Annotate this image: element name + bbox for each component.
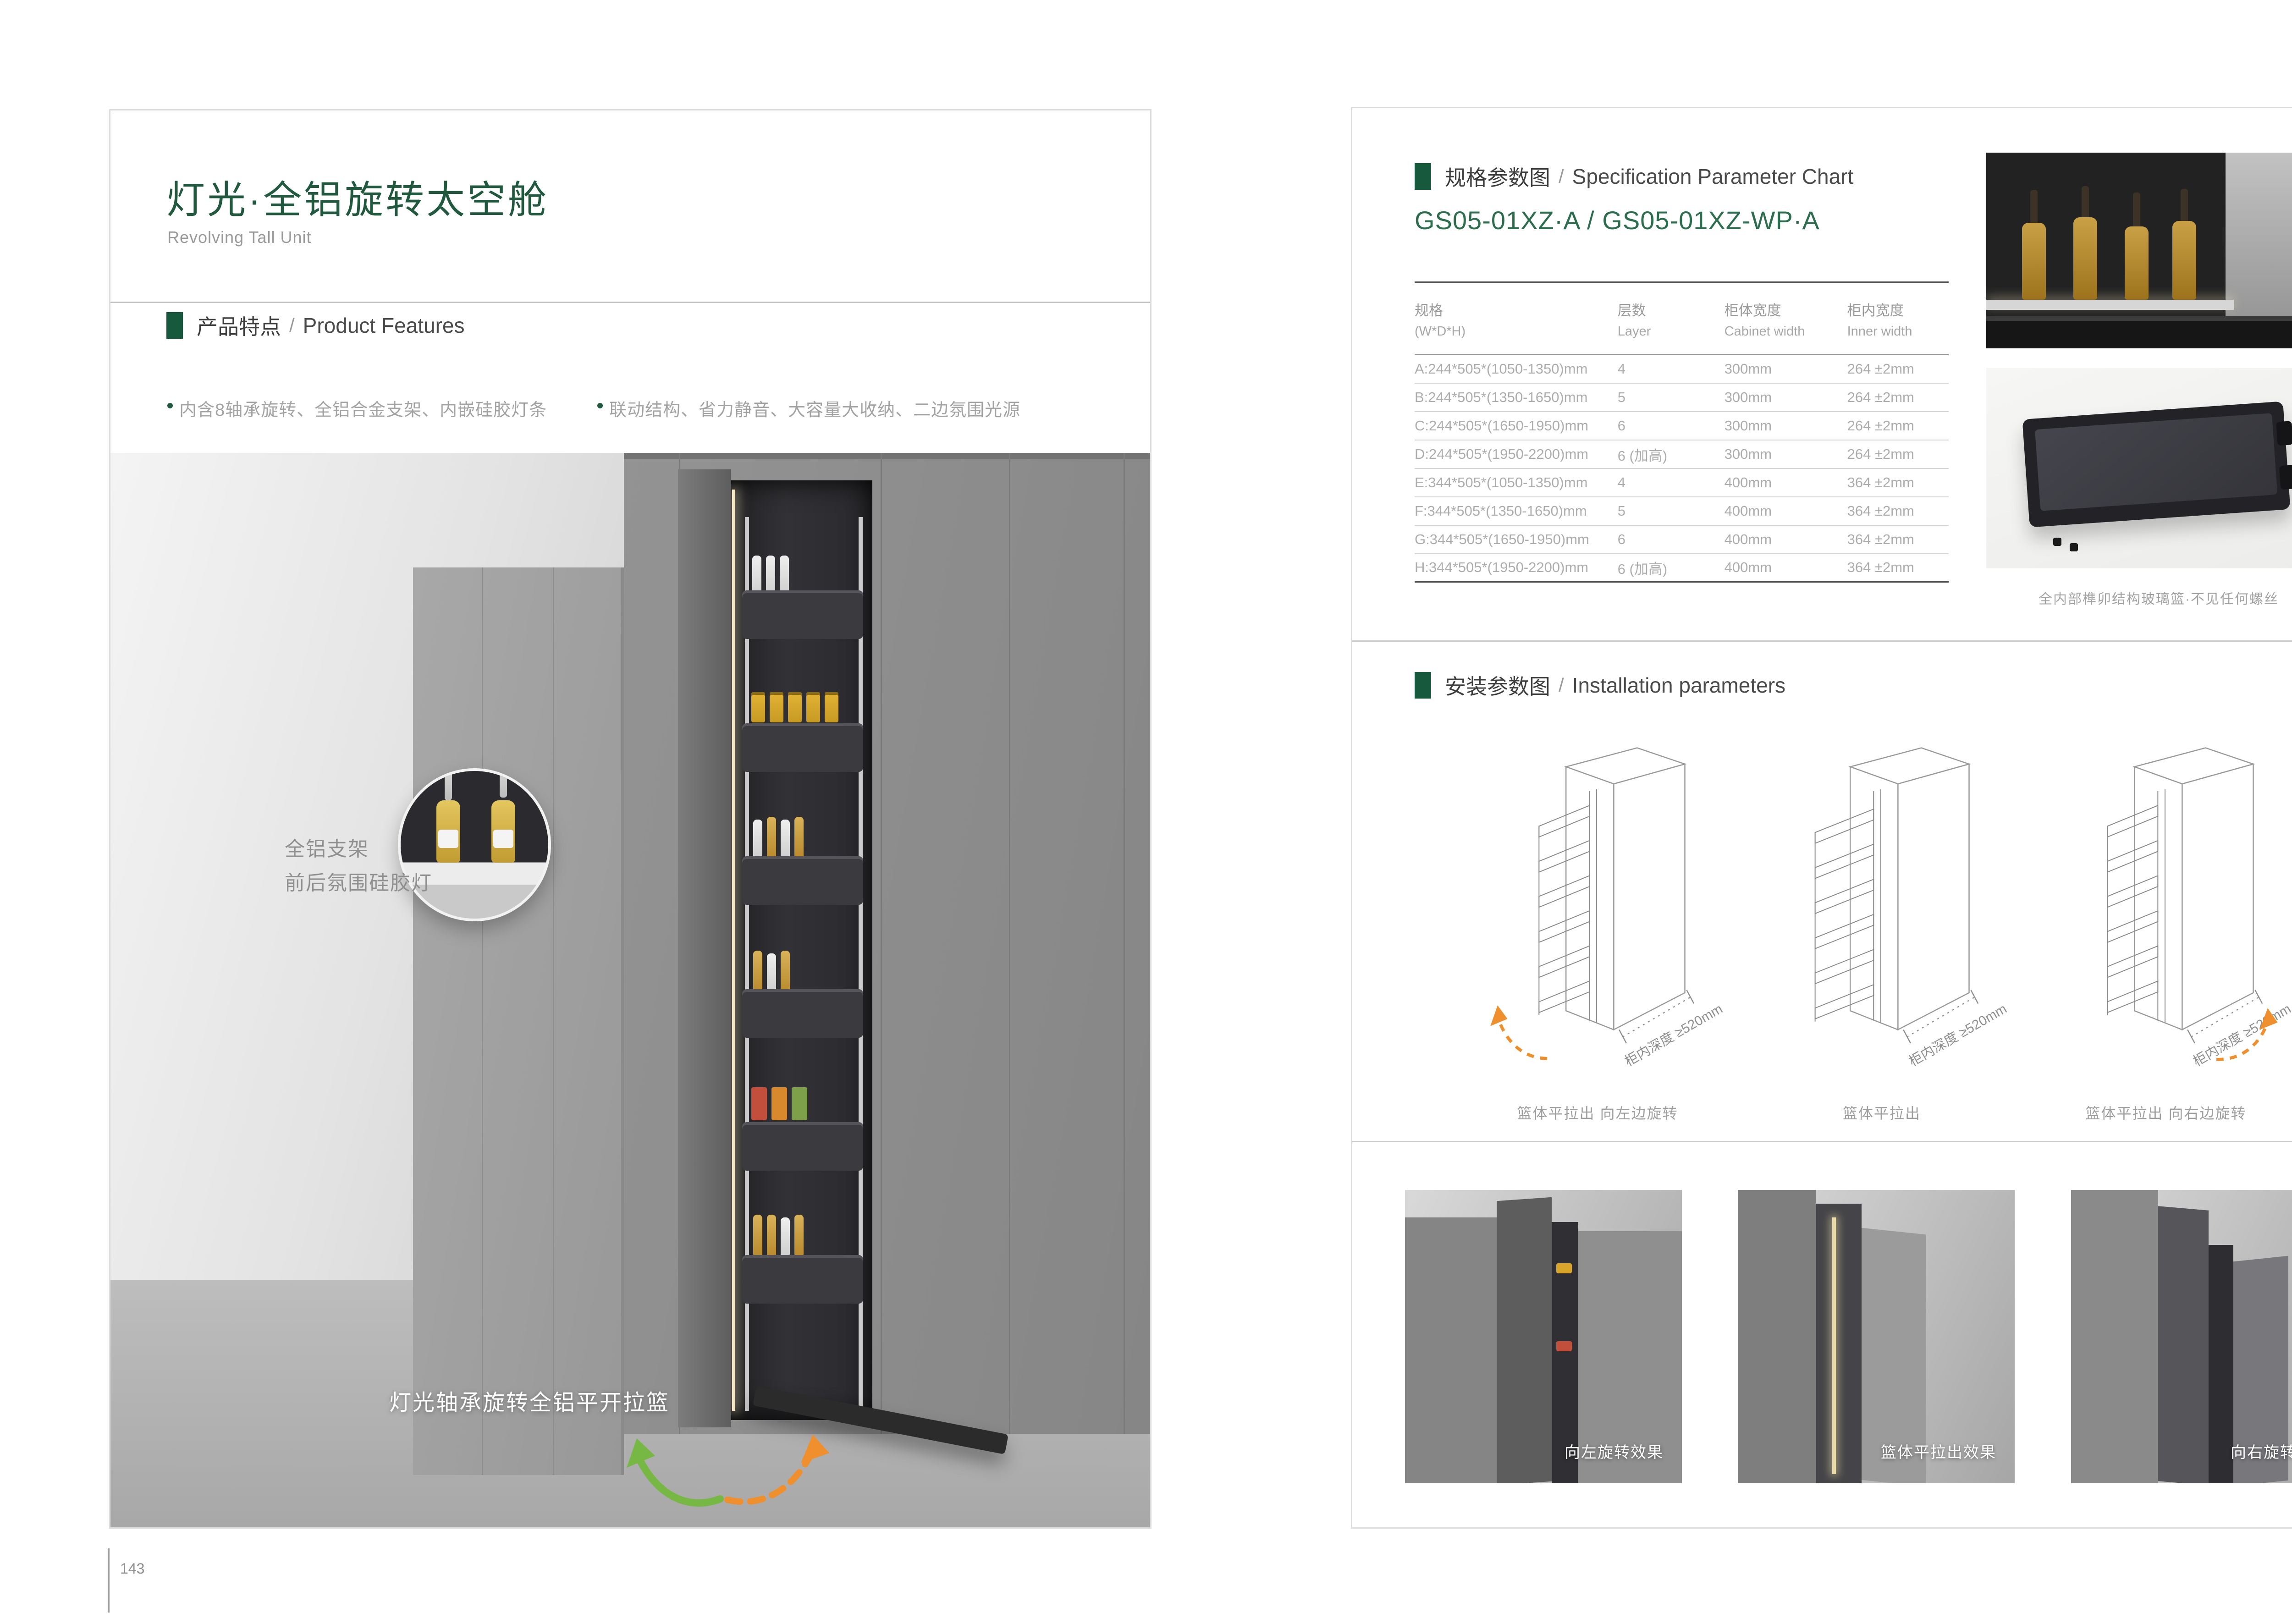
model-code: GS05-01XZ·A / GS05-01XZ-WP·A (1415, 205, 1820, 235)
basket-shelf (742, 1255, 863, 1304)
diagram-caption: 篮体平拉出 向右边旋转 (2040, 1102, 2292, 1123)
table-row: H:344*505*(1950-2200)mm6 (加高) 400mm364 ±… (1415, 554, 1949, 583)
features-heading: 产品特点 / Product Features (166, 310, 465, 341)
inset-annotation-line1: 全铝支架 (285, 832, 432, 866)
feature-text: 内含8轴承旋转、全铝合金支架、内嵌硅胶灯条 (179, 396, 547, 421)
features-heading-zh: 产品特点 (197, 310, 281, 341)
rotate-left-arrow-icon (1498, 1016, 1547, 1058)
folio-rule-left (108, 1548, 110, 1613)
heading-separator: / (1559, 674, 1564, 696)
table-top-rule (1415, 281, 1949, 283)
page-title: 灯光·全铝旋转太空舱 (166, 169, 549, 225)
features-heading-en: Product Features (303, 313, 465, 338)
effect-photo-left: 向左旋转效果 (1405, 1190, 1682, 1483)
spec-table-header: 规格(W*D*H) 层数Layer 柜体宽度Cabinet width 柜内宽度… (1415, 293, 1949, 355)
right-page: 规格参数图 / Specification Parameter Chart GS… (1351, 107, 2292, 1529)
diagram-caption: 篮体平拉出 向左边旋转 (1471, 1102, 1724, 1123)
section-divider (1352, 640, 2292, 642)
feature-item: 内含8轴承旋转、全铝合金支架、内嵌硅胶灯条 (167, 396, 547, 421)
table-row: D:244*505*(1950-2200)mm6 (加高) 300mm264 ±… (1415, 440, 1949, 469)
page-subtitle: Revolving Tall Unit (167, 228, 311, 247)
section-divider (1352, 1141, 2292, 1142)
bullet-dot-icon (597, 403, 603, 408)
section-marker-icon (1415, 672, 1431, 699)
basket-shelf (742, 723, 863, 772)
install-heading-en: Installation parameters (1572, 673, 1785, 698)
table-row: E:344*505*(1050-1350)mm4 400mm364 ±2mm (1415, 469, 1949, 497)
diagram-caption: 篮体平拉出 (1756, 1102, 2008, 1123)
install-heading-zh: 安装参数图 (1445, 670, 1550, 700)
section-marker-icon (166, 312, 183, 339)
goods-cans (751, 692, 838, 722)
install-diagram-straight: 柜内深度 ≥520mm (1756, 737, 2008, 1090)
inset-annotation: 全铝支架 前后氛围硅胶灯 (285, 832, 432, 900)
rotation-arrows-icon (573, 1402, 839, 1525)
feature-text: 联动结构、省力静音、大容量大收纳、二边氛围光源 (609, 396, 1020, 421)
heading-separator: / (1559, 165, 1564, 187)
install-heading: 安装参数图 / Installation parameters (1415, 670, 1785, 700)
goods-cartons (751, 1087, 807, 1120)
basket-shelf (742, 856, 863, 905)
basket-shelf (742, 590, 863, 639)
page-number-left: 143 (120, 1560, 144, 1577)
table-row: G:344*505*(1650-1950)mm6 400mm364 ±2mm (1415, 526, 1949, 554)
title-divider (110, 302, 1150, 303)
table-row: B:244*505*(1350-1650)mm5 300mm264 ±2mm (1415, 384, 1949, 412)
goods-bottles (753, 817, 804, 858)
table-row: F:344*505*(1350-1650)mm5 400mm364 ±2mm (1415, 497, 1949, 526)
basket-caption: 全内部榫卯结构玻璃篮·不见任何螺丝 (1986, 588, 2292, 608)
table-row: C:244*505*(1650-1950)mm6 300mm264 ±2mm (1415, 412, 1949, 440)
opened-door-panel (678, 469, 731, 1427)
spec-heading-zh: 规格参数图 (1445, 161, 1550, 192)
effect-caption: 篮体平拉出效果 (1881, 1440, 1996, 1462)
goods-bottles (753, 951, 790, 992)
effect-caption: 向右旋转效果 (2231, 1440, 2292, 1462)
table-row: A:244*505*(1050-1350)mm4 300mm264 ±2mm (1415, 355, 1949, 384)
heading-separator: / (289, 314, 295, 336)
detail-photo-bottles (1986, 153, 2292, 348)
section-marker-icon (1415, 163, 1431, 190)
effect-photo-right: 向右旋转效果 (2071, 1190, 2292, 1483)
feature-list: 内含8轴承旋转、全铝合金支架、内嵌硅胶灯条 联动结构、省力静音、大容量大收纳、二… (167, 396, 1020, 421)
goods-bottles (753, 1215, 804, 1256)
goods-bottles (752, 556, 789, 594)
inset-bottle (436, 800, 460, 863)
cabinet-side-panels (413, 567, 624, 1475)
led-light-strip (732, 490, 735, 1411)
inset-bottle (491, 800, 515, 863)
spec-heading-en: Specification Parameter Chart (1572, 164, 1854, 189)
effect-photo-straight: 篮体平拉出效果 (1738, 1190, 2015, 1483)
install-diagram-right: 柜内深度 ≥520mm (2040, 737, 2292, 1090)
basket-shelf (742, 1122, 863, 1171)
install-diagram-left: 柜内深度 ≥520mm (1471, 737, 1724, 1090)
spec-table: 规格(W*D*H) 层数Layer 柜体宽度Cabinet width 柜内宽度… (1415, 293, 1949, 583)
left-page: 灯光·全铝旋转太空舱 Revolving Tall Unit 产品特点 / Pr… (109, 109, 1152, 1529)
effect-caption: 向左旋转效果 (1565, 1440, 1664, 1462)
main-product-photo: 全铝支架 前后氛围硅胶灯 灯光轴承旋转全铝平开拉篮 (110, 453, 1150, 1527)
bullet-dot-icon (167, 403, 173, 408)
inset-annotation-line2: 前后氛围硅胶灯 (285, 866, 432, 900)
detail-photo-basket (1986, 368, 2292, 568)
spec-heading: 规格参数图 / Specification Parameter Chart (1415, 161, 1853, 192)
feature-item: 联动结构、省力静音、大容量大收纳、二边氛围光源 (597, 396, 1020, 421)
basket-shelf (742, 989, 863, 1038)
